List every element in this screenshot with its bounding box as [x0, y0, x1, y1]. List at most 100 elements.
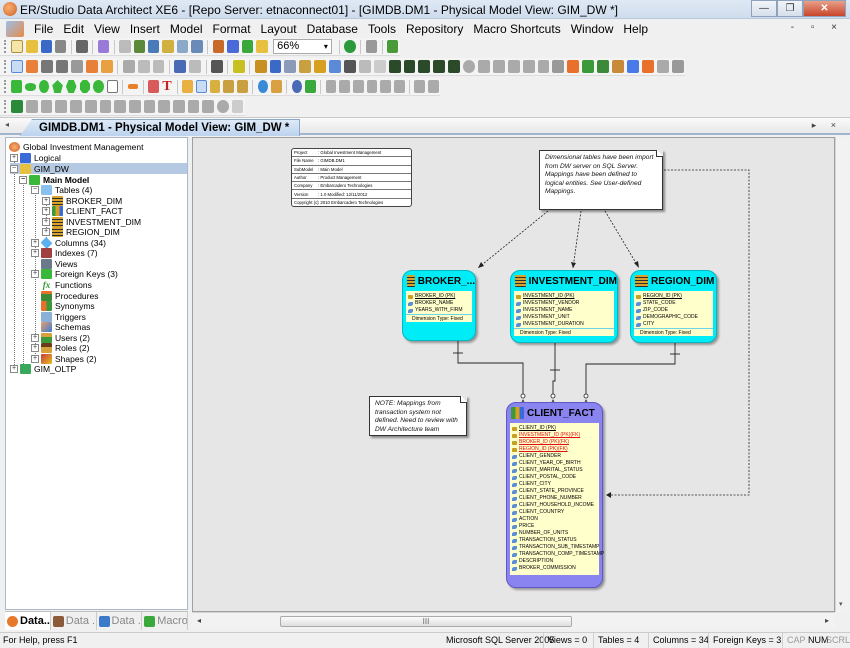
menu-help[interactable]: Help	[623, 22, 648, 36]
tab-data-dictionary[interactable]: Data ...	[97, 612, 143, 630]
align-right-icon[interactable]	[353, 80, 364, 93]
function-icon[interactable]	[582, 60, 595, 73]
collapse-icon[interactable]: −	[19, 175, 27, 184]
procedure-icon[interactable]	[567, 60, 580, 73]
text-block-icon[interactable]	[148, 80, 159, 93]
user-icon[interactable]	[212, 40, 225, 53]
grid-icon[interactable]	[209, 80, 221, 93]
globe-icon[interactable]	[344, 40, 356, 53]
merge-icon[interactable]	[99, 100, 112, 113]
shape-diamond-icon[interactable]	[478, 60, 490, 73]
menu-macro-shortcuts[interactable]: Macro Shortcuts	[473, 22, 560, 36]
align-icon[interactable]	[182, 80, 193, 93]
model-icon[interactable]	[241, 40, 254, 53]
ddl-icon[interactable]	[191, 40, 203, 53]
ellipse-icon[interactable]	[373, 60, 386, 73]
hand-icon[interactable]	[26, 60, 39, 73]
tree-item-roles[interactable]: + Roles (2)	[31, 342, 89, 353]
tree-item-region-dim[interactable]: + REGION_DIM	[42, 226, 120, 237]
gear-icon[interactable]	[284, 60, 297, 73]
tab-controls[interactable]: ▸ ×	[812, 120, 842, 131]
identifying-rel-icon[interactable]	[388, 60, 401, 73]
tab-macro[interactable]: Macro	[142, 612, 188, 630]
expand-icon[interactable]: +	[31, 269, 39, 278]
elbow-line-icon[interactable]	[671, 60, 684, 73]
select-pointer-icon[interactable]	[11, 60, 24, 73]
menu-tools[interactable]: Tools	[368, 22, 396, 36]
new-icon[interactable]	[11, 40, 24, 53]
circle-shape-icon[interactable]	[38, 80, 50, 93]
connect-icon[interactable]	[195, 80, 207, 93]
dimensional-tables-note[interactable]: Dimensional tables have been import from…	[539, 150, 663, 210]
open-icon[interactable]	[26, 40, 38, 53]
expand-icon[interactable]: +	[31, 354, 39, 363]
export-icon[interactable]	[227, 40, 239, 53]
line-icon[interactable]	[358, 60, 371, 73]
scrollbar-thumb[interactable]: III	[280, 616, 572, 627]
entity-investment-dim[interactable]: INVESTMENT_DIM INVESTMENT_ID (PK) INVEST…	[510, 270, 618, 343]
toolbar-grip[interactable]	[4, 40, 7, 53]
format-painter-icon[interactable]	[211, 60, 223, 73]
expand-icon[interactable]: +	[10, 364, 18, 373]
tree-item-logical[interactable]: + Logical	[10, 152, 61, 163]
shape-callout-icon[interactable]	[522, 60, 535, 73]
link-icon[interactable]	[231, 100, 244, 113]
align-left-icon[interactable]	[325, 80, 337, 93]
scale-icon[interactable]	[314, 60, 327, 73]
infer-icon[interactable]	[76, 40, 88, 53]
close-button[interactable]: ✕	[803, 0, 846, 17]
redo-icon[interactable]	[189, 60, 202, 73]
schema-tool-icon[interactable]	[626, 60, 639, 73]
space-vertical-icon[interactable]	[428, 80, 439, 93]
pentagon-shape-icon[interactable]	[52, 80, 63, 93]
menu-layout[interactable]: Layout	[261, 22, 297, 36]
user-tool-icon[interactable]	[597, 60, 610, 73]
sequence-icon[interactable]	[656, 60, 669, 73]
mappings-note[interactable]: NOTE: Mappings from transaction system n…	[369, 396, 467, 436]
align-center-icon[interactable]	[380, 80, 391, 93]
compare-icon[interactable]	[176, 40, 189, 53]
zoom-in-icon[interactable]	[41, 60, 54, 73]
menu-edit[interactable]: Edit	[63, 22, 84, 36]
paste-icon[interactable]	[152, 60, 165, 73]
collapse-icon[interactable]: −	[31, 185, 39, 194]
center-icon[interactable]	[100, 60, 113, 73]
menu-view[interactable]: View	[94, 22, 120, 36]
synonym-tool-icon[interactable]	[641, 60, 654, 73]
tab-physical-model-view[interactable]: GIMDB.DM1 - Physical Model View: GIM_DW …	[20, 119, 301, 136]
security-icon[interactable]	[143, 100, 156, 113]
toolbar-grip[interactable]	[4, 80, 7, 93]
non-identifying-rel-icon[interactable]	[403, 60, 416, 73]
percent-icon[interactable]	[305, 80, 316, 93]
hexagon-shape-icon[interactable]	[65, 80, 77, 93]
view-tool-icon[interactable]	[269, 60, 282, 73]
toolbar-grip[interactable]	[4, 60, 7, 73]
tab-data-model[interactable]: Data...	[5, 612, 51, 630]
text-icon[interactable]: T	[162, 80, 173, 94]
tree-item-project[interactable]: Global Investment Management	[9, 141, 143, 152]
label-icon[interactable]	[172, 100, 185, 113]
submodel-icon[interactable]	[256, 40, 268, 53]
minimize-button[interactable]: —	[751, 0, 777, 17]
refresh-icon[interactable]	[291, 80, 303, 93]
expand-icon[interactable]: +	[31, 248, 39, 257]
entity-broker-dim[interactable]: BROKER_... BROKER_ID (PK) BROKER_NAME YE…	[402, 270, 476, 341]
scroll-right-icon[interactable]: ▸	[825, 616, 829, 625]
layout-icon[interactable]	[386, 40, 399, 53]
menu-repository[interactable]: Repository	[406, 22, 463, 36]
database-icon[interactable]	[147, 40, 160, 53]
navigate-icon[interactable]	[271, 80, 282, 93]
menu-format[interactable]: Format	[213, 22, 251, 36]
undo-checkout-icon[interactable]	[55, 100, 68, 113]
chevron-down-icon[interactable]: ▾	[324, 40, 328, 53]
round-shape-icon[interactable]	[93, 80, 104, 93]
validate-icon[interactable]	[133, 40, 145, 53]
entity-client-fact[interactable]: CLIENT_FACT CLIENT_ID (PK) INVESTMENT_ID…	[506, 402, 604, 588]
copy-diagram-icon[interactable]	[128, 100, 141, 113]
menu-insert[interactable]: Insert	[130, 22, 160, 36]
enterprise-icon[interactable]	[158, 100, 170, 113]
tree-item-foreign-keys[interactable]: + Foreign Keys (3)	[31, 268, 118, 279]
rectangle-shape-icon[interactable]	[11, 80, 22, 93]
vertical-scrollbar[interactable]: ▾	[835, 137, 849, 612]
storage-icon[interactable]	[344, 60, 356, 73]
